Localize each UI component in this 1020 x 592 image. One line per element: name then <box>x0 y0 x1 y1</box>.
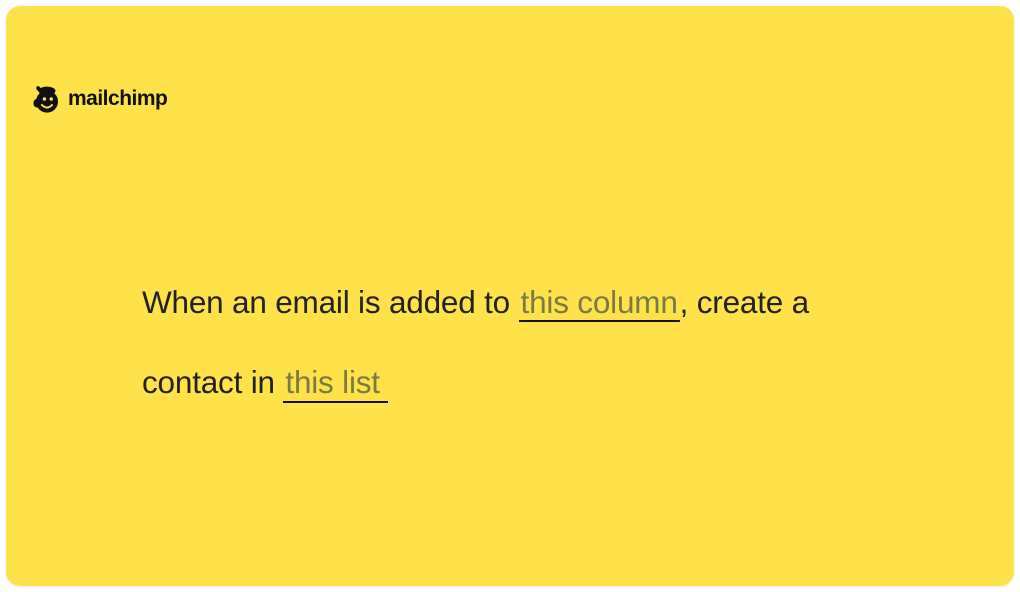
column-selector-slot[interactable]: this column <box>519 284 680 322</box>
logo-text: mailchimp <box>68 87 167 111</box>
integration-card: mailchimp When an email is added to this… <box>6 6 1014 586</box>
mailchimp-freddie-icon <box>30 82 64 116</box>
mailchimp-logo: mailchimp <box>30 82 167 116</box>
list-selector-slot[interactable]: this list <box>283 364 388 402</box>
sentence-part-1: When an email is added to <box>142 284 519 320</box>
rule-sentence: When an email is added to this column, c… <box>142 262 894 423</box>
